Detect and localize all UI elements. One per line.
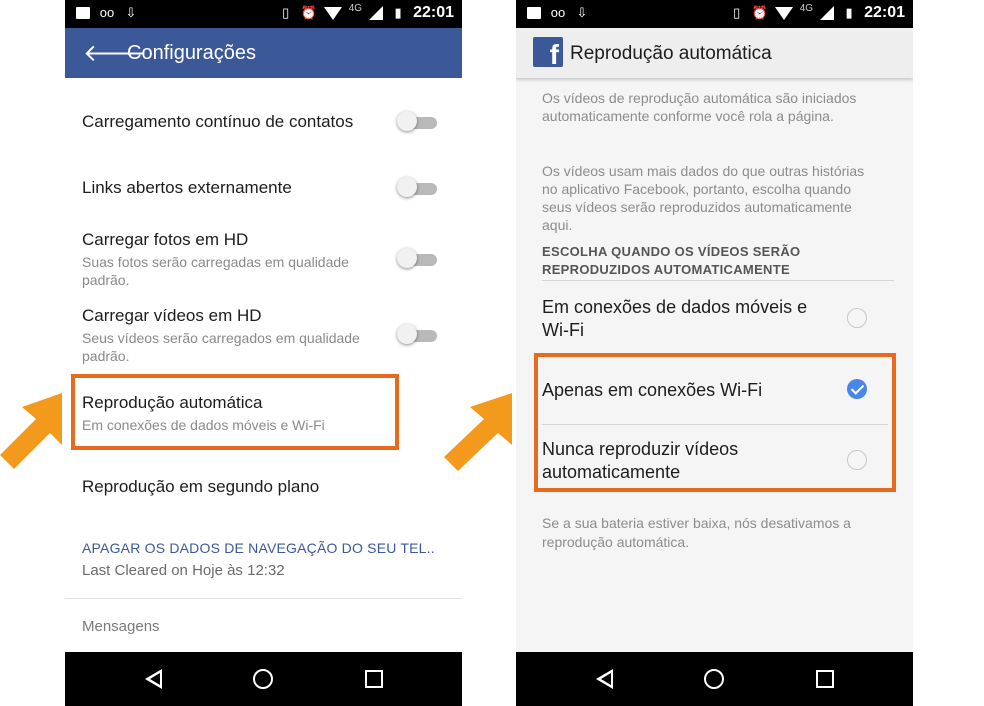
nav-back-icon[interactable] bbox=[596, 669, 613, 689]
description-paragraph: Os vídeos usam mais dados do que outras … bbox=[542, 163, 865, 233]
voicemail-icon: ᴏᴏ bbox=[550, 5, 566, 20]
setting-background-playback[interactable]: Reprodução em segundo plano bbox=[82, 477, 382, 497]
nav-recents-icon[interactable] bbox=[816, 670, 834, 688]
status-bar: ᴏᴏ ⇩ ▯ ⏰ 4G ▮ 22:01 bbox=[65, 0, 462, 28]
facebook-logo-icon: f bbox=[533, 37, 563, 70]
nav-bar bbox=[516, 652, 913, 706]
image-notification-icon bbox=[75, 5, 91, 21]
setting-title: Carregar fotos em HD bbox=[82, 230, 249, 249]
setting-hd-photos[interactable]: Carregar fotos em HD Suas fotos serão ca… bbox=[82, 230, 382, 289]
setting-title: Reprodução em segundo plano bbox=[82, 477, 320, 496]
download-icon: ⇩ bbox=[125, 5, 137, 20]
nav-back-icon[interactable] bbox=[145, 669, 162, 689]
option-mobile-and-wifi[interactable]: Em conexões de dados móveis e Wi-Fi bbox=[542, 296, 832, 342]
download-icon: ⇩ bbox=[576, 5, 588, 20]
highlight-box bbox=[534, 353, 896, 492]
setting-contact-upload[interactable]: Carregamento contínuo de contatos bbox=[82, 112, 382, 132]
vibrate-icon: ▯ bbox=[282, 5, 290, 20]
nav-bar bbox=[65, 652, 462, 706]
description-paragraph: Os vídeos de reprodução automática são i… bbox=[542, 90, 857, 124]
nav-home-icon[interactable] bbox=[253, 669, 273, 689]
battery-icon: ▮ bbox=[394, 5, 402, 20]
wifi-icon bbox=[774, 6, 793, 20]
vibrate-icon: ▯ bbox=[733, 5, 741, 20]
setting-title: Links abertos externamente bbox=[82, 178, 292, 197]
toggle-external-links[interactable] bbox=[397, 177, 441, 197]
clock: 22:01 bbox=[864, 4, 905, 21]
battery-icon: ▮ bbox=[845, 5, 853, 20]
dialog-header: f Reprodução automática bbox=[516, 28, 913, 78]
setting-title: Carregar vídeos em HD bbox=[82, 306, 262, 325]
alarm-icon: ⏰ bbox=[751, 5, 768, 20]
battery-footnote: Se a sua bateria estiver baixa, nós desa… bbox=[542, 515, 851, 550]
network-type: 4G bbox=[348, 2, 363, 14]
wifi-icon bbox=[323, 6, 342, 20]
signal-icon bbox=[820, 6, 835, 20]
last-cleared-text: Last Cleared on Hoje às 12:32 bbox=[82, 562, 285, 579]
page-title: Configurações bbox=[127, 42, 256, 64]
clear-browsing-data-link[interactable]: APAGAR OS DADOS DE NAVEGAÇÃO DO SEU TEL.… bbox=[82, 540, 435, 556]
setting-title: Carregamento contínuo de contatos bbox=[82, 112, 354, 131]
setting-external-links[interactable]: Links abertos externamente bbox=[82, 178, 382, 198]
setting-subtitle: Suas fotos serão carregadas em qualidade… bbox=[82, 254, 349, 288]
dialog-title: Reprodução automática bbox=[570, 43, 772, 64]
phone-autoplay-screen: ᴏᴏ ⇩ ▯ ⏰ 4G ▮ 22:01 f Reprodução automát… bbox=[516, 0, 913, 706]
network-type: 4G bbox=[799, 2, 814, 14]
nav-recents-icon[interactable] bbox=[365, 670, 383, 688]
image-notification-icon bbox=[526, 5, 542, 21]
toggle-contact-upload[interactable] bbox=[397, 111, 441, 131]
toggle-hd-videos[interactable] bbox=[397, 324, 441, 344]
phone-settings-screen: ᴏᴏ ⇩ ▯ ⏰ 4G ▮ 22:01 🡐 Configurações Carr… bbox=[65, 0, 462, 706]
setting-subtitle: Seus vídeos serão carregados em qualidad… bbox=[82, 330, 360, 364]
app-bar: 🡐 Configurações bbox=[65, 28, 462, 78]
radio-unchecked-icon[interactable] bbox=[847, 308, 867, 328]
voicemail-icon: ᴏᴏ bbox=[99, 5, 115, 20]
orange-arrow-icon bbox=[444, 393, 512, 471]
divider bbox=[542, 280, 894, 281]
status-bar: ᴏᴏ ⇩ ▯ ⏰ 4G ▮ 22:01 bbox=[516, 0, 913, 28]
highlight-box bbox=[71, 374, 399, 450]
signal-icon bbox=[369, 6, 384, 20]
clock: 22:01 bbox=[413, 4, 454, 21]
setting-hd-videos[interactable]: Carregar vídeos em HD Seus vídeos serão … bbox=[82, 306, 382, 365]
nav-home-icon[interactable] bbox=[704, 669, 724, 689]
alarm-icon: ⏰ bbox=[300, 5, 317, 20]
toggle-hd-photos[interactable] bbox=[397, 248, 441, 268]
divider bbox=[65, 598, 462, 599]
section-heading: ESCOLHA QUANDO OS VÍDEOS SERÃO REPRODUZI… bbox=[542, 244, 801, 277]
orange-arrow-icon bbox=[0, 393, 62, 469]
section-label-messages: Mensagens bbox=[82, 618, 160, 635]
